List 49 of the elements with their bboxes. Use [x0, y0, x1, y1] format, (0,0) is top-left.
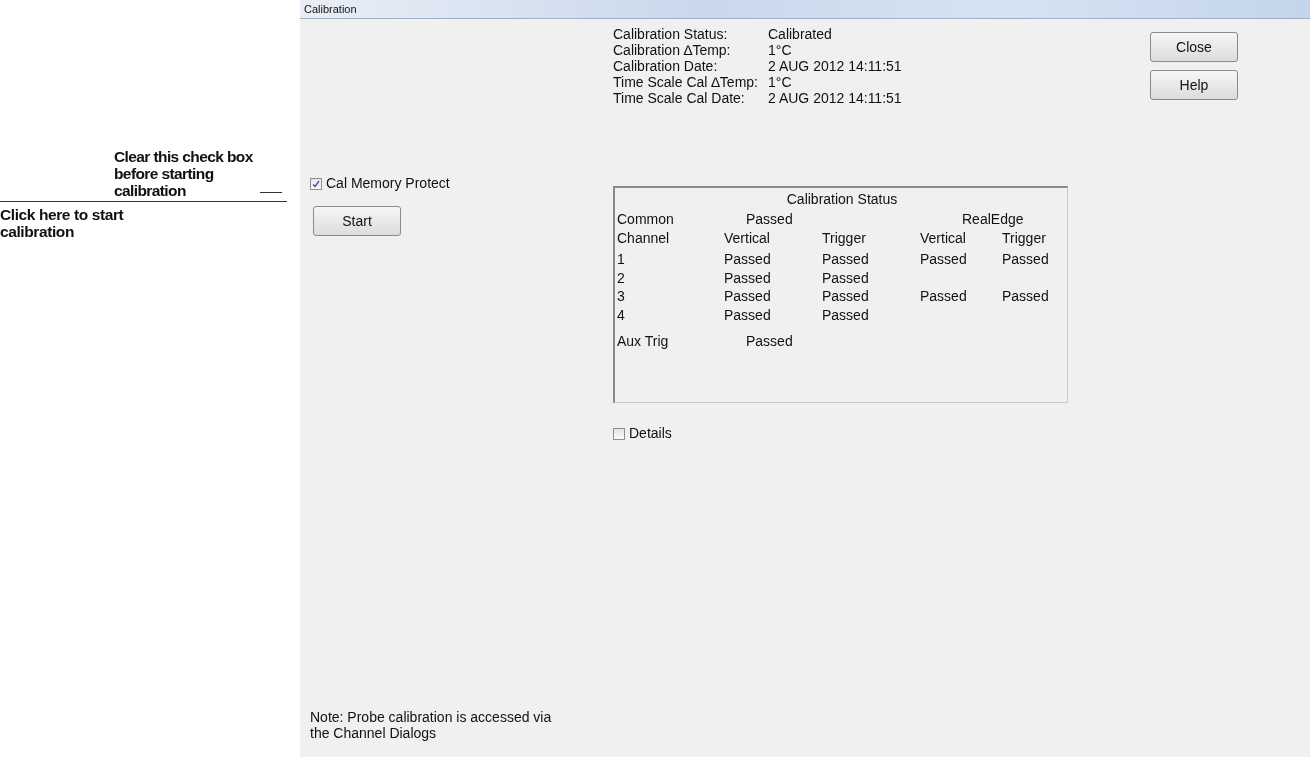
leader-line — [260, 192, 282, 193]
column-heading: Trigger — [1002, 229, 1047, 248]
status-value: Passed — [724, 287, 772, 306]
start-button[interactable]: Start — [313, 206, 401, 236]
status-value: Passed — [1002, 287, 1050, 306]
status-value: Passed — [745, 332, 794, 351]
status-value: Passed — [724, 250, 772, 269]
channel-number: 1 — [617, 250, 626, 269]
row-label: Common — [617, 210, 675, 229]
checkbox-label: Details — [629, 424, 672, 443]
column-heading: Vertical — [920, 229, 967, 248]
channel-number: 4 — [617, 305, 626, 324]
status-value: Passed — [822, 305, 870, 324]
status-value: Passed — [920, 250, 968, 269]
column-heading: Trigger — [822, 229, 867, 248]
dialog-button[interactable]: Close — [1150, 32, 1238, 62]
info-value: 2 AUG 2012 14:11:51 — [768, 58, 903, 74]
status-value: Passed — [822, 268, 870, 287]
note-text: Note: Probe calibration is accessed via the Channel Dialogs — [310, 709, 553, 741]
info-label: Time Scale Cal Date: — [613, 90, 746, 106]
info-value: 1°C — [768, 74, 793, 90]
status-value: Passed — [822, 287, 870, 306]
panel-title: Calibration Status — [785, 190, 899, 209]
channel-number: 3 — [617, 287, 626, 306]
dialog-button[interactable]: Help — [1150, 70, 1238, 100]
group-heading: RealEdge — [961, 210, 1025, 229]
info-value: Calibrated — [768, 26, 833, 42]
info-label: Calibration Status: — [613, 26, 729, 42]
status-value: Passed — [745, 210, 794, 229]
info-value: 2 AUG 2012 14:11:51 — [768, 90, 903, 106]
info-value: 1°C — [768, 42, 793, 58]
callout-text: Click here to start calibration — [0, 206, 125, 240]
checkbox[interactable] — [613, 427, 625, 440]
status-value: Passed — [822, 250, 870, 269]
window-title: Calibration — [304, 3, 357, 15]
info-label: Calibration ∆Temp: — [613, 42, 732, 58]
callout-text: Clear this check box before starting calibration — [114, 148, 254, 199]
status-value: Passed — [920, 287, 968, 306]
channel-number: 2 — [617, 268, 626, 287]
info-label: Calibration Date: — [613, 58, 719, 74]
checkbox[interactable] — [310, 177, 322, 190]
status-value: Passed — [724, 268, 772, 287]
column-heading: Vertical — [724, 229, 771, 248]
checkbox-label: Cal Memory Protect — [326, 174, 450, 193]
status-value: Passed — [724, 305, 772, 324]
info-label: Time Scale Cal ∆Temp: — [613, 74, 759, 90]
status-value: Passed — [1002, 250, 1050, 269]
row-label: Aux Trig — [617, 332, 670, 351]
column-heading: Channel — [617, 229, 671, 248]
